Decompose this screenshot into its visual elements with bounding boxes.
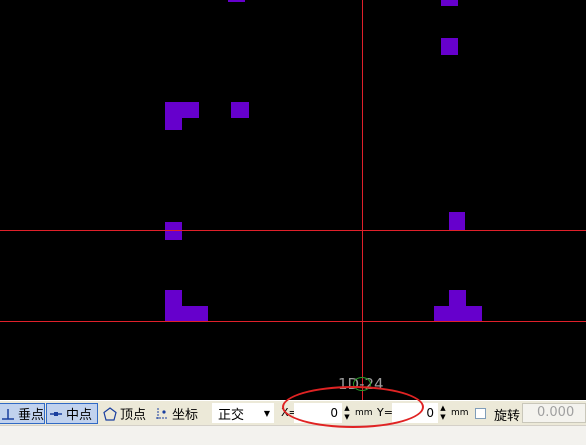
drawing-block	[165, 290, 182, 306]
perpendicular-label: 垂点	[18, 408, 45, 423]
midpoint-label: 中点	[66, 408, 93, 423]
vertex-snap-button[interactable]: 顶点	[101, 403, 151, 424]
guide-line-vertical	[362, 0, 363, 400]
chevron-down-icon[interactable]: ▼	[261, 409, 273, 418]
midpoint-icon	[49, 407, 63, 421]
drawing-block	[165, 118, 182, 130]
ortho-mode-value: 正交	[218, 407, 245, 423]
drawing-block	[165, 306, 208, 322]
y-unit-label: mm	[451, 408, 469, 418]
pentagon-icon	[103, 406, 117, 421]
drawing-block	[231, 102, 249, 118]
rotate-label: 旋转	[494, 409, 521, 424]
coordinate-label: 坐标	[172, 408, 199, 423]
guide-line-horizontal	[0, 321, 586, 322]
drawing-block	[449, 212, 465, 230]
guide-line-horizontal	[0, 230, 586, 231]
coordinate-snap-button[interactable]: 坐标	[153, 403, 205, 424]
drawing-block	[441, 38, 458, 55]
snap-toolbar: 垂点 中点 顶点 坐标 正交 ▼ X= 0 ▲ ▼ mm Y= 0 ▲ ▼ mm 旋…	[0, 400, 586, 425]
drawing-block	[449, 290, 466, 306]
snap-marker-icon	[353, 377, 371, 391]
drawing-block	[434, 306, 482, 322]
y-spinner[interactable]: ▲ ▼	[439, 404, 447, 422]
rotate-checkbox[interactable]	[475, 408, 486, 419]
x-input[interactable]: 0	[294, 403, 342, 423]
perpendicular-icon	[1, 407, 15, 421]
ortho-mode-select[interactable]: 正交 ▼	[212, 403, 274, 423]
rotate-input[interactable]: 0.000	[522, 403, 586, 423]
y-input[interactable]: 0	[392, 403, 438, 423]
x-spinner[interactable]: ▲ ▼	[343, 404, 351, 422]
x-unit-label: mm	[355, 408, 373, 418]
drawing-block	[228, 0, 245, 2]
drawing-block	[165, 222, 182, 240]
midpoint-snap-button[interactable]: 中点	[46, 403, 98, 424]
perpendicular-snap-button[interactable]: 垂点	[0, 403, 45, 424]
drawing-block	[441, 0, 458, 6]
vertex-label: 顶点	[120, 408, 147, 423]
y-label: Y=	[377, 406, 393, 419]
coordinate-icon	[155, 407, 169, 421]
drawing-block	[165, 102, 199, 118]
drawing-canvas[interactable]: 1D-24	[0, 0, 586, 400]
status-bar	[0, 425, 586, 445]
